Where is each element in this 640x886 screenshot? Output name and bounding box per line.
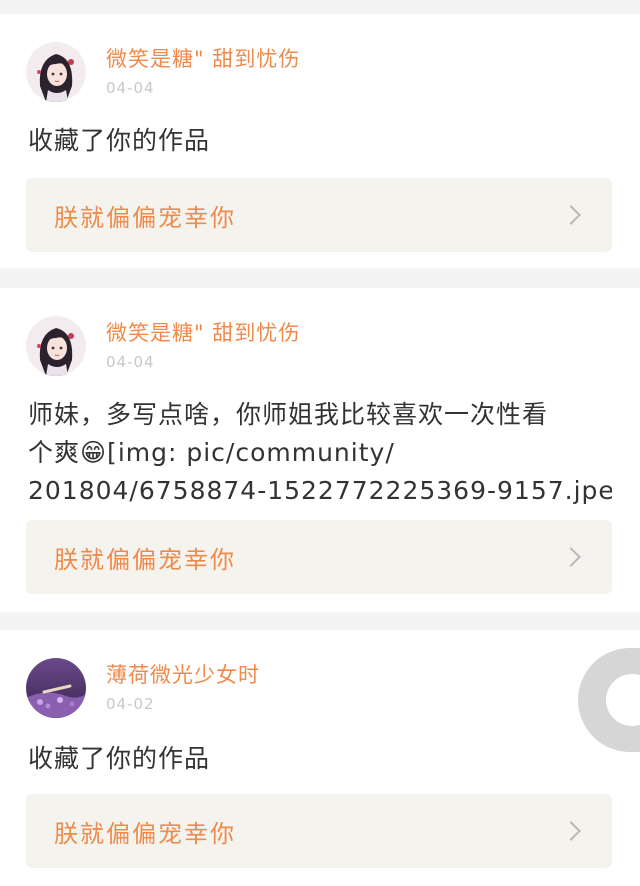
chevron-right-icon xyxy=(561,205,581,225)
post-date: 04-04 xyxy=(106,79,155,97)
feed-item-header: 薄荷微光少女时 04-02 xyxy=(26,656,260,720)
comment-text: 收藏了你的作品 xyxy=(28,122,612,160)
purple-flowers-avatar-icon[interactable] xyxy=(26,658,86,718)
feed-item-header: 微笑是糖" 甜到忧伤 04-04 xyxy=(26,314,300,378)
work-link[interactable]: 朕就偏偏宠幸你 xyxy=(26,794,612,868)
comment-feed: 微笑是糖" 甜到忧伤 04-04 收藏了你的作品 朕就偏偏宠幸你 微笑是糖" 甜… xyxy=(0,0,640,886)
feed-item: 微笑是糖" 甜到忧伤 04-04 师妹，多写点啥，你师姐我比较喜欢一次性看 个爽… xyxy=(0,288,640,612)
username[interactable]: 薄荷微光少女时 xyxy=(106,661,260,689)
feed-item-meta: 薄荷微光少女时 04-02 xyxy=(106,661,260,715)
work-link[interactable]: 朕就偏偏宠幸你 xyxy=(26,520,612,594)
comment-line: 收藏了你的作品 xyxy=(28,126,211,155)
comment-line: 师妹，多写点啥，你师姐我比较喜欢一次性看 xyxy=(28,400,549,429)
feed-item-header: 微笑是糖" 甜到忧伤 04-04 xyxy=(26,40,300,104)
work-title: 朕就偏偏宠幸你 xyxy=(54,819,236,848)
feed-item: 微笑是糖" 甜到忧伤 04-04 收藏了你的作品 朕就偏偏宠幸你 xyxy=(0,14,640,268)
post-date: 04-02 xyxy=(106,695,155,713)
chevron-right-icon xyxy=(561,821,581,841)
comment-text: 收藏了你的作品 xyxy=(28,740,612,778)
feed-item-meta: 微笑是糖" 甜到忧伤 04-04 xyxy=(106,319,300,373)
work-link[interactable]: 朕就偏偏宠幸你 xyxy=(26,178,612,252)
work-title: 朕就偏偏宠幸你 xyxy=(54,545,236,574)
comment-line: 个爽😁[img: pic/community/ xyxy=(28,438,395,467)
username[interactable]: 微笑是糖" 甜到忧伤 xyxy=(106,319,300,347)
comment-text: 师妹，多写点啥，你师姐我比较喜欢一次性看 个爽😁[img: pic/commun… xyxy=(28,396,612,510)
ring-icon xyxy=(606,674,640,726)
comment-line: 收藏了你的作品 xyxy=(28,744,211,773)
feed-item-meta: 微笑是糖" 甜到忧伤 04-04 xyxy=(106,45,300,99)
anime-girl-avatar-icon[interactable] xyxy=(26,42,86,102)
comment-line: 201804/6758874-1522772225369-9157.jpe… xyxy=(28,476,612,505)
feed-item: 薄荷微光少女时 04-02 收藏了你的作品 朕就偏偏宠幸你 xyxy=(0,630,640,886)
post-date: 04-04 xyxy=(106,353,155,371)
work-title: 朕就偏偏宠幸你 xyxy=(54,203,236,232)
anime-girl-avatar-icon[interactable] xyxy=(26,316,86,376)
chevron-right-icon xyxy=(561,547,581,567)
username[interactable]: 微笑是糖" 甜到忧伤 xyxy=(106,45,300,73)
